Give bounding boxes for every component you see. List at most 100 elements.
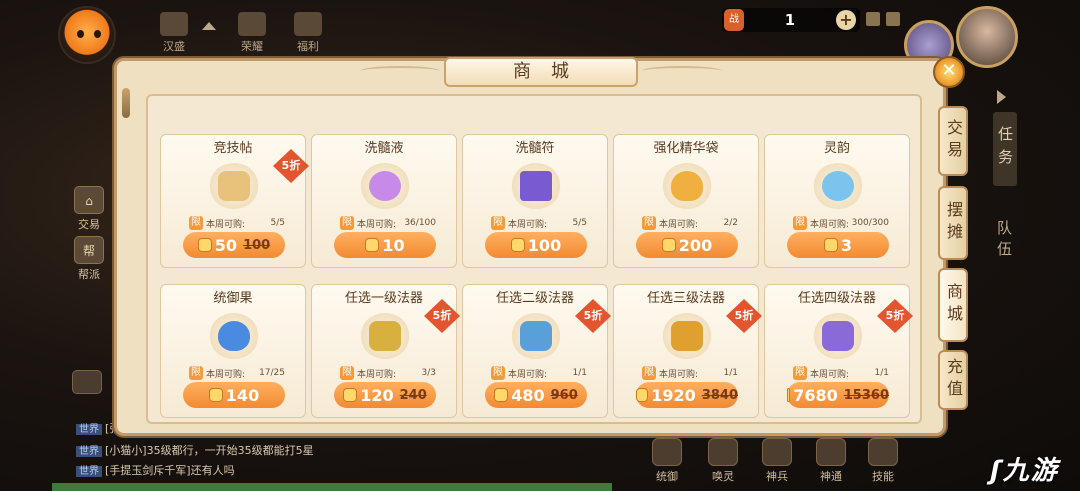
fruit-icon (218, 321, 250, 351)
coin-icon (636, 388, 649, 402)
chest-icon (671, 321, 703, 351)
chat-line: 世界 [小猫小]35级都行，一开始35级都能打5星 (76, 442, 314, 458)
shop-title: 商城 (444, 57, 638, 87)
add-currency-button[interactable]: + (836, 10, 856, 30)
scroll-icon (218, 171, 250, 201)
potion-icon (369, 171, 401, 201)
talisman-icon (520, 171, 552, 201)
shop-item-card[interactable]: 洗髓液 限本周可购: 36/100 10 (311, 134, 457, 268)
shop-item-card[interactable]: 任选二级法器 限本周可购: 1/1 480 960 5折 (462, 284, 611, 418)
coin-icon (343, 388, 358, 402)
purchase-limit: 限本周可购: 36/100 (340, 216, 436, 230)
coin-icon (494, 388, 509, 402)
bottom-weapon-button[interactable]: 神兵 (762, 438, 792, 484)
close-button[interactable]: ✕ (933, 56, 965, 88)
buy-button[interactable]: 200 (636, 232, 738, 258)
player-avatar[interactable] (58, 6, 116, 64)
item-art (662, 163, 712, 209)
quest-tab[interactable]: 任务 (993, 112, 1017, 186)
shop-item-card[interactable]: 灵韵 限本周可购: 300/300 3 (764, 134, 910, 268)
buy-button[interactable]: 480 960 (485, 382, 587, 408)
item-name: 洗髓符 (515, 141, 555, 156)
bottom-command-button[interactable]: 统御 (652, 438, 682, 484)
original-price: 100 (243, 237, 271, 253)
collapse-arrow-icon[interactable] (202, 22, 216, 30)
item-art (662, 313, 712, 359)
buy-button[interactable]: 100 (485, 232, 587, 258)
shop-item-card[interactable]: 统御果 限本周可购: 17/25 140 (160, 284, 306, 418)
trophy-icon (238, 12, 266, 36)
buy-button[interactable]: 7680 15360 (787, 382, 889, 408)
power-icon (816, 438, 846, 466)
coin-icon (823, 238, 838, 252)
top-icon-0[interactable]: 汉盛 (160, 12, 188, 54)
skill-icon (868, 438, 898, 466)
buy-button[interactable]: 10 (334, 232, 436, 258)
purchase-limit: 限本周可购: 3/3 (340, 366, 436, 380)
avatar-face (77, 30, 101, 38)
bottom-power-button[interactable]: 神通 (816, 438, 846, 484)
hero-portrait[interactable] (956, 6, 1018, 68)
shop-item-card[interactable]: 洗髓符 限本周可购: 5/5 100 (462, 134, 608, 268)
title-ornament (642, 66, 722, 76)
expand-arrow-icon[interactable] (997, 90, 1006, 104)
item-art (360, 163, 410, 209)
team-tab[interactable]: 队伍 (994, 220, 1015, 262)
buy-button[interactable]: 1920 3840 (636, 382, 738, 408)
side-tab-trade[interactable]: 交易 (938, 106, 968, 176)
buy-button[interactable]: 120 240 (334, 382, 436, 408)
trade-icon: ⌂ (74, 186, 104, 214)
shop-item-card[interactable]: 任选四级法器 限本周可购: 1/1 7680 15360 5折 (764, 284, 913, 418)
shop-item-card[interactable]: 任选三级法器 限本周可购: 1/1 1920 3840 5折 (613, 284, 762, 418)
original-price: 3840 (701, 387, 738, 403)
buy-button[interactable]: 3 (787, 232, 889, 258)
item-art (813, 313, 863, 359)
item-name: 灵韵 (823, 141, 850, 156)
purchase-limit: 限本周可购: 5/5 (189, 216, 285, 230)
item-art (209, 313, 259, 359)
item-art (209, 163, 259, 209)
chat-icon[interactable] (72, 370, 102, 394)
battle-token-icon: 战 (724, 9, 744, 31)
item-name: 任选三级法器 (646, 291, 725, 306)
shop-item-card[interactable]: 任选一级法器 限本周可购: 3/3 120 240 5折 (311, 284, 460, 418)
coin-icon (208, 388, 223, 402)
original-price: 15360 (843, 387, 889, 403)
shop-item-card[interactable]: 竞技帖 限本周可购: 5/5 50 100 5折 (160, 134, 309, 268)
watermark-logo: ʃ九游 (990, 456, 1059, 486)
buy-button[interactable]: 140 (183, 382, 285, 408)
buy-button[interactable]: 50 100 (183, 232, 285, 258)
item-name: 洗髓液 (364, 141, 404, 156)
bottom-summon-button[interactable]: 唤灵 (708, 438, 738, 484)
book-icon (160, 12, 188, 36)
item-art (511, 313, 561, 359)
bottom-skill-button[interactable]: 技能 (868, 438, 898, 484)
summon-icon (708, 438, 738, 466)
currency-value: 1 (784, 11, 796, 29)
original-price: 960 (550, 387, 578, 403)
coin-icon (787, 388, 791, 402)
side-tab-stall[interactable]: 摆摊 (938, 186, 968, 260)
spirit-swirl-icon (822, 171, 854, 201)
left-guild-button[interactable]: 帮帮派 (74, 236, 104, 282)
shop-item-card[interactable]: 强化精华袋 限本周可购: 2/2 200 (613, 134, 759, 268)
left-trade-button[interactable]: ⌂ 交易 (74, 186, 104, 232)
item-art (511, 163, 561, 209)
cup-icon[interactable] (866, 12, 880, 26)
coin-icon (197, 238, 212, 252)
currency-bar: 战 1 + (722, 8, 860, 32)
side-tab-shop[interactable]: 商城 (938, 268, 968, 342)
coin-icon (661, 238, 676, 252)
side-tab-recharge[interactable]: 充值 (938, 350, 968, 410)
pouch-icon (671, 171, 703, 201)
purchase-limit: 限本周可购: 2/2 (642, 216, 738, 230)
command-icon (652, 438, 682, 466)
item-name: 统御果 (213, 291, 253, 306)
exp-bar (52, 483, 612, 491)
chest-icon (369, 321, 401, 351)
top-icon-2[interactable]: 福利 (294, 12, 322, 54)
crown-icon[interactable] (886, 12, 900, 26)
top-icon-1[interactable]: 荣耀 (238, 12, 266, 54)
item-name: 任选一级法器 (344, 291, 423, 306)
item-art (360, 313, 410, 359)
